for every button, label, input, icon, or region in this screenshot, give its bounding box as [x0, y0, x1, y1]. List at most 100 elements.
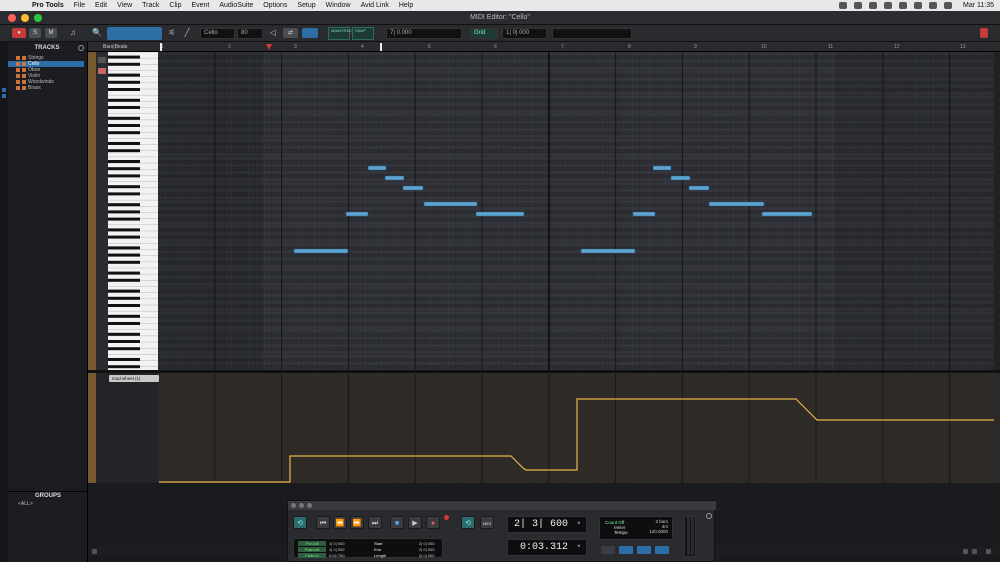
- edit-tools-group[interactable]: [107, 27, 162, 40]
- pencil-tool-icon[interactable]: ⚟: [167, 28, 177, 38]
- loop-playback-button[interactable]: ⟲: [461, 516, 475, 529]
- midi-note[interactable]: [688, 185, 710, 191]
- midi-note[interactable]: [580, 248, 636, 254]
- track-show-icon[interactable]: [16, 62, 20, 66]
- timeline-ruler[interactable]: Bars|Beats 1 2 3 4 5 6 7 8 9 10 11 12 13: [88, 42, 1000, 52]
- menu-event[interactable]: Event: [191, 2, 209, 9]
- fadein-toggle[interactable]: Fade-in: [298, 553, 326, 558]
- menu-clock[interactable]: Mar 11:35: [963, 2, 994, 9]
- length-value[interactable]: 0| 0| 000: [419, 553, 434, 558]
- controller-graph[interactable]: [147, 373, 1000, 483]
- menu-avid-link[interactable]: Avid Link: [361, 2, 389, 9]
- side-tool-button[interactable]: [98, 57, 106, 63]
- menu-clip[interactable]: Clip: [169, 2, 181, 9]
- spotlight-icon[interactable]: [884, 2, 892, 9]
- metronome-button[interactable]: [619, 546, 633, 554]
- go-to-end-button[interactable]: ⏭: [368, 516, 382, 529]
- mirror-button[interactable]: ⇄: [283, 28, 298, 38]
- track-show-icon[interactable]: [16, 86, 20, 90]
- menu-file[interactable]: File: [74, 2, 85, 9]
- speaker-icon[interactable]: ◁: [268, 28, 278, 38]
- transport-zoom-icon[interactable]: [307, 503, 312, 508]
- scroll-left-button[interactable]: [92, 549, 97, 554]
- midi-note[interactable]: [670, 175, 691, 181]
- midi-sync-button[interactable]: MIDI: [480, 516, 494, 529]
- fadein-value[interactable]: 0:02.750: [329, 553, 345, 558]
- group-item-all[interactable]: <ALL>: [8, 501, 88, 508]
- insert-button[interactable]: [302, 28, 318, 38]
- midi-merge-button[interactable]: [637, 546, 651, 554]
- midi-note[interactable]: [708, 201, 765, 207]
- zoom-tool-icon[interactable]: 🔍: [92, 28, 102, 38]
- controller-selector[interactable]: mod wheel (1): [109, 375, 159, 382]
- solo-button[interactable]: S: [29, 28, 41, 38]
- midi-note[interactable]: [475, 211, 525, 217]
- zoom-out-button[interactable]: [963, 549, 968, 554]
- end-value[interactable]: 2| 0| 000: [419, 547, 434, 552]
- menu-setup[interactable]: Setup: [297, 2, 315, 9]
- playhead-marker[interactable]: [266, 44, 272, 50]
- cloud-icon[interactable]: [869, 2, 877, 9]
- selection-end-marker[interactable]: [380, 43, 382, 51]
- track-show-icon[interactable]: [16, 68, 20, 72]
- rewind-button[interactable]: ⏪: [333, 516, 347, 529]
- preroll-toggle[interactable]: Pre-roll: [298, 541, 326, 546]
- wait-for-note-button[interactable]: [601, 546, 615, 554]
- nudge-field[interactable]: 1| 0| 000: [502, 28, 547, 39]
- menu-options[interactable]: Options: [263, 2, 287, 9]
- record-enable-button[interactable]: ●: [12, 28, 26, 38]
- transport-minimize-icon[interactable]: [299, 503, 304, 508]
- midi-note[interactable]: [652, 165, 672, 171]
- midi-note-editor[interactable]: [88, 52, 1000, 370]
- controller-graph-svg[interactable]: [147, 373, 1000, 483]
- battery-icon[interactable]: [944, 2, 952, 9]
- piano-keyboard[interactable]: [108, 52, 158, 370]
- wifi-icon[interactable]: [914, 2, 922, 9]
- mute-button[interactable]: M: [45, 28, 57, 38]
- piano-keys[interactable]: [108, 52, 158, 370]
- midi-note-icon[interactable]: ♫: [68, 28, 78, 38]
- side-tool-button[interactable]: [98, 68, 106, 74]
- cue-field[interactable]: [552, 28, 632, 39]
- menu-window[interactable]: Window: [326, 2, 351, 9]
- tempo-value[interactable]: 120.0000: [649, 529, 668, 534]
- track-show-icon[interactable]: [16, 74, 20, 78]
- online-button[interactable]: ⟲: [293, 516, 307, 529]
- transport-close-icon[interactable]: [291, 503, 296, 508]
- record-button[interactable]: ●: [426, 516, 440, 529]
- fast-forward-button[interactable]: ⏩: [350, 516, 364, 529]
- line-tool-icon[interactable]: ╱: [182, 28, 192, 38]
- counter-field[interactable]: 7| 0.000: [386, 28, 462, 39]
- preroll-value[interactable]: 1| 0| 000: [329, 541, 344, 546]
- sub-counter-dropdown-icon[interactable]: ▾: [577, 540, 581, 555]
- menu-edit[interactable]: Edit: [95, 2, 107, 9]
- note-grid[interactable]: [159, 52, 999, 370]
- midi-note[interactable]: [402, 185, 424, 191]
- dropbox-icon[interactable]: [854, 2, 862, 9]
- sub-counter[interactable]: 0:03.312 ▾: [507, 539, 587, 556]
- track-show-icon[interactable]: [16, 56, 20, 60]
- stop-button[interactable]: ■: [390, 516, 404, 529]
- menu-help[interactable]: Help: [399, 2, 413, 9]
- controller-lane[interactable]: mod wheel (1): [88, 373, 1000, 483]
- bluetooth-icon[interactable]: [899, 2, 907, 9]
- menu-app[interactable]: Pro Tools: [32, 2, 64, 9]
- postroll-value[interactable]: 1| 0| 000: [329, 547, 344, 552]
- midi-note[interactable]: [293, 248, 349, 254]
- midi-note[interactable]: [384, 175, 405, 181]
- midi-note[interactable]: [367, 165, 387, 171]
- toolbar-record-icon[interactable]: [980, 28, 988, 38]
- menu-track[interactable]: Track: [142, 2, 159, 9]
- midi-note[interactable]: [761, 211, 813, 217]
- track-select-field[interactable]: Cello: [200, 28, 235, 39]
- velocity-field[interactable]: 80: [237, 28, 263, 39]
- conductor-button[interactable]: [655, 546, 669, 554]
- menu-audiosuite[interactable]: AudioSuite: [219, 2, 253, 9]
- track-item-brass[interactable]: Brass: [8, 85, 84, 91]
- scroll-right-button[interactable]: [986, 549, 991, 554]
- track-show-icon[interactable]: [16, 80, 20, 84]
- start-value[interactable]: 2| 0| 000: [419, 541, 434, 546]
- tracks-settings-icon[interactable]: [78, 45, 84, 51]
- transport-settings-icon[interactable]: [706, 513, 712, 519]
- counter-dropdown-icon[interactable]: ▾: [577, 517, 581, 532]
